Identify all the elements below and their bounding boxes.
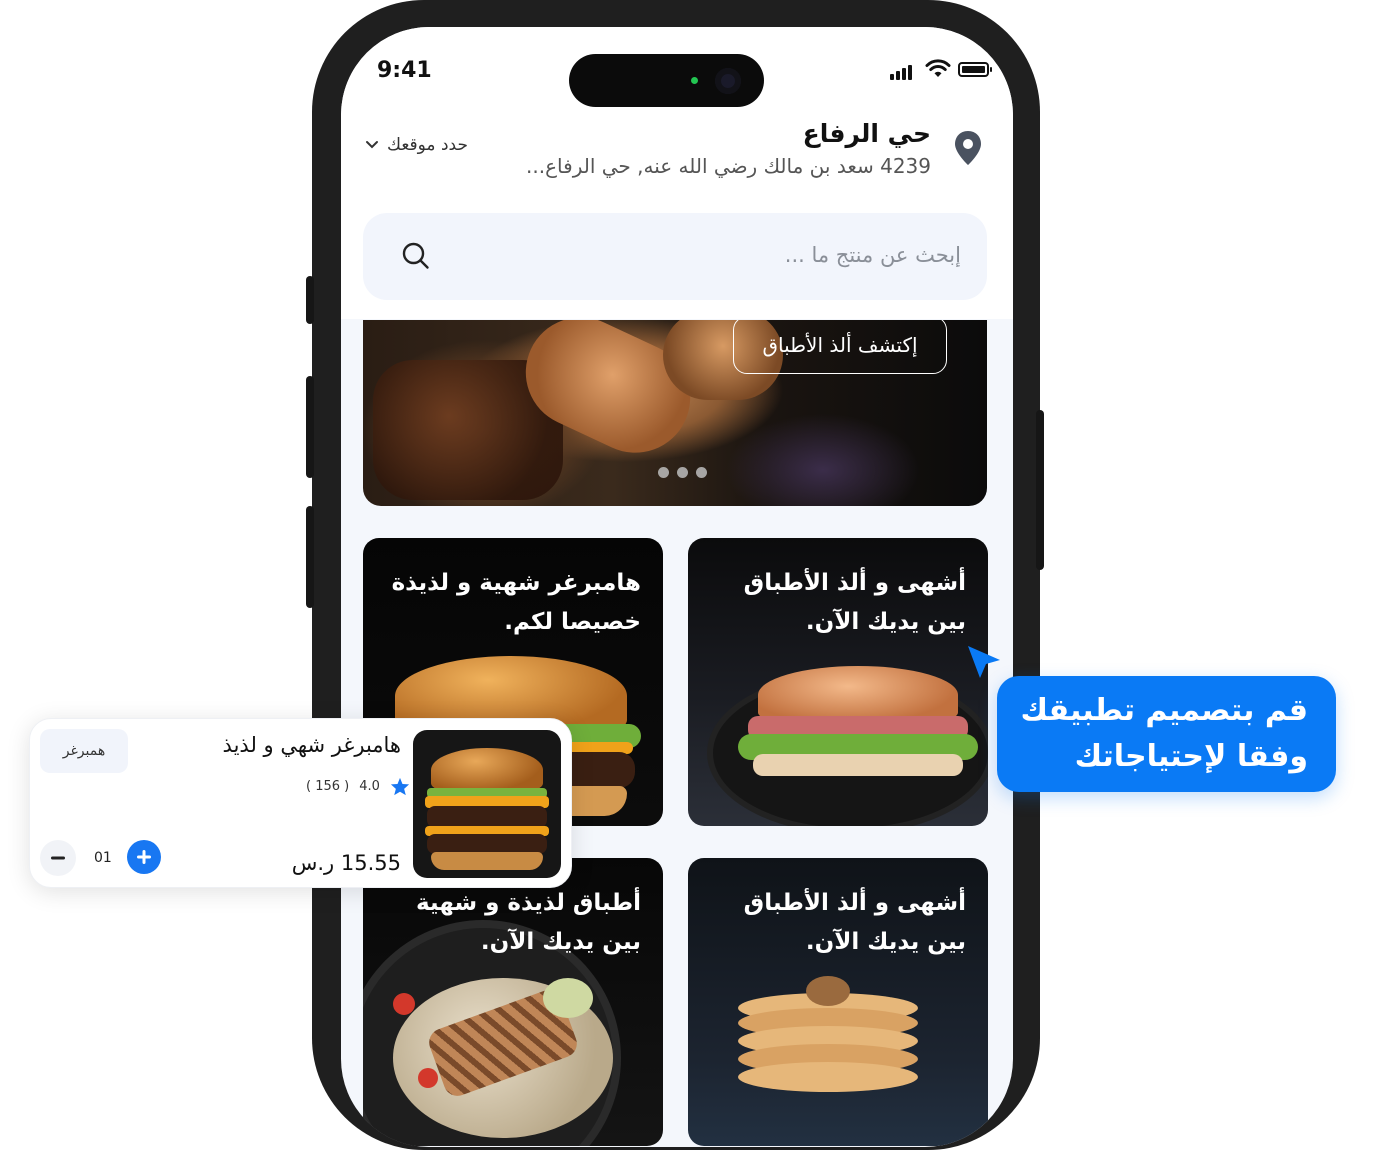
callout-bubble: قم بتصميم تطبيقك وفقا لإحتياجاتك <box>997 676 1336 792</box>
search-input[interactable]: إبحث عن منتج ما ... <box>785 243 961 267</box>
discover-dishes-button[interactable]: إكتشف ألذ الأطباق <box>733 320 947 374</box>
chevron-down-icon <box>366 141 378 149</box>
select-location-label: حدد موقعك <box>387 135 468 155</box>
increase-quantity-button[interactable] <box>127 840 161 874</box>
location-address: 4239 سعد بن مالك رضي الله عنه, حي الرفاع… <box>526 154 931 178</box>
decrease-quantity-button[interactable] <box>40 840 76 876</box>
product-rating: ( 156 ) 4.0 <box>306 777 410 796</box>
battery-icon <box>958 62 992 77</box>
search-bar[interactable]: إبحث عن منتج ما ... <box>363 213 987 300</box>
promo-card-salmon[interactable]: أطباق لذيذة و شهية بين يديك الآن. <box>363 858 663 1146</box>
star-icon <box>390 777 410 796</box>
location-pin-icon <box>955 131 981 165</box>
card-text: أطباق لذيذة و شهية بين يديك الآن. <box>415 890 641 955</box>
phone-volume-down <box>306 506 314 608</box>
product-image <box>413 730 561 878</box>
phone-power-button <box>1036 410 1044 570</box>
signal-icon <box>890 64 916 80</box>
rating-value: 4.0 <box>359 779 380 794</box>
status-time: 9:41 <box>377 58 432 83</box>
review-count: ( 156 ) <box>306 779 350 794</box>
location-title: حي الرفاع <box>802 119 931 148</box>
carousel-dots[interactable] <box>658 467 707 478</box>
product-price: 15.55 ر.س <box>291 851 401 875</box>
quantity-value: 01 <box>94 850 112 866</box>
card-text: أشهى و ألذ الأطباق بين يديك الآن. <box>743 570 966 635</box>
category-tag[interactable]: همبرغر <box>40 729 128 773</box>
select-location-dropdown[interactable]: حدد موقعك <box>365 135 468 155</box>
promo-card-sandwich[interactable]: أشهى و ألذ الأطباق بين يديك الآن. <box>688 538 988 826</box>
wifi-icon <box>925 59 951 77</box>
card-text: أشهى و ألذ الأطباق بين يديك الآن. <box>743 890 966 955</box>
dynamic-island <box>569 54 764 107</box>
callout-text: قم بتصميم تطبيقك وفقا لإحتياجاتك <box>1020 688 1308 780</box>
plus-icon <box>137 850 151 864</box>
product-card[interactable]: هامبرغر شهي و لذيذ همبرغر ( 156 ) 4.0 15… <box>29 718 572 888</box>
callout-line-2: وفقا لإحتياجاتك <box>1074 739 1308 774</box>
app-screen: 9:41 حي الرفاع 4239 سعد بن مالك رضي الله… <box>341 27 1013 1147</box>
card-text: هامبرغر شهية و لذيذة خصيصا لكم. <box>391 570 641 635</box>
promo-card-pancakes[interactable]: أشهى و ألذ الأطباق بين يديك الآن. <box>688 858 988 1146</box>
callout-line-1: قم بتصميم تطبيقك <box>1020 693 1308 728</box>
product-title: هامبرغر شهي و لذيذ <box>222 733 401 757</box>
phone-volume-up <box>306 376 314 478</box>
search-icon[interactable] <box>401 241 431 271</box>
pointer-cursor-icon <box>968 646 1000 678</box>
minus-icon <box>51 856 65 860</box>
promo-banner[interactable]: إكتشف ألذ الأطباق <box>363 320 987 506</box>
phone-side-button <box>306 276 314 324</box>
header: 9:41 حي الرفاع 4239 سعد بن مالك رضي الله… <box>341 27 1013 319</box>
